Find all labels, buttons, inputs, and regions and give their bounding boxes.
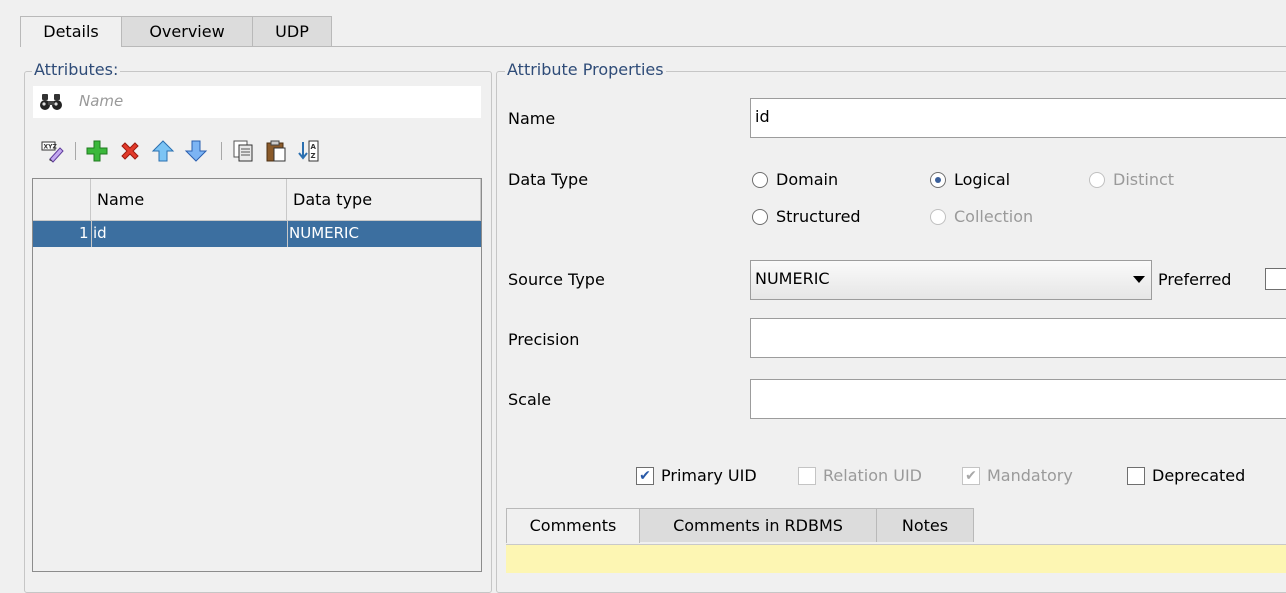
table-row[interactable]: 1 id NUMERIC [33,221,481,247]
svg-text:Z: Z [311,152,316,160]
chevron-down-icon [1133,276,1145,283]
move-up-icon[interactable] [149,137,177,165]
preferred-label: Preferred [1158,270,1232,289]
primary-uid-checkbox[interactable]: ✔ Primary UID [636,466,757,485]
tab-details[interactable]: Details [20,16,122,47]
tab-overview[interactable]: Overview [121,16,253,46]
row-number-header [33,179,91,221]
binoculars-icon [39,92,63,116]
scale-field[interactable] [750,379,1286,419]
copy-icon[interactable] [229,137,257,165]
column-header-data-type[interactable]: Data type [287,179,481,221]
tab-comments-in-rdbms[interactable]: Comments in RDBMS [639,508,877,542]
tab-udp[interactable]: UDP [252,16,332,46]
attributes-table: Name Data type 1 id NUMERIC [32,178,482,572]
radio-collection: Collection [930,207,1033,226]
precision-label: Precision [508,330,580,349]
mandatory-checkbox: ✔ Mandatory [962,466,1073,485]
comments-textarea[interactable] [506,544,1286,573]
add-icon[interactable] [83,137,111,165]
radio-distinct: Distinct [1089,170,1174,189]
source-type-select[interactable]: NUMERIC [750,260,1152,300]
name-label: Name [508,109,556,128]
radio-logical[interactable]: Logical [930,170,1010,189]
attribute-type-cell[interactable]: NUMERIC [289,224,359,242]
radio-domain[interactable]: Domain [752,170,838,189]
cell-divider [91,221,92,247]
relation-uid-checkbox: Relation UID [798,466,922,485]
preferred-checkbox[interactable] [1265,268,1286,290]
name-field[interactable]: id [750,98,1286,138]
radio-structured[interactable]: Structured [752,207,861,226]
svg-text:XYZ: XYZ [44,144,58,151]
tab-notes[interactable]: Notes [876,508,974,542]
edit-icon[interactable]: XYZ [38,137,66,165]
data-type-label: Data Type [508,170,589,189]
source-type-label: Source Type [508,270,605,289]
tab-strip-line [122,46,1286,47]
move-down-icon[interactable] [182,137,210,165]
toolbar-separator [221,142,222,160]
scale-label: Scale [508,390,552,409]
tab-comments[interactable]: Comments [506,508,640,543]
sort-icon[interactable]: AZ [295,137,323,165]
deprecated-checkbox[interactable]: Deprecated [1127,466,1245,485]
toolbar-separator [75,142,76,160]
column-header-name[interactable]: Name [91,179,287,221]
attribute-search-field[interactable]: Name [33,86,481,118]
svg-text:A: A [311,143,317,151]
check-icon: ✔ [636,466,654,485]
check-icon: ✔ [962,466,980,485]
attributes-legend: Attributes: [32,60,121,79]
attribute-name-cell[interactable]: id [93,224,107,242]
cell-divider [287,221,288,247]
search-placeholder: Name [79,92,124,110]
paste-icon[interactable] [262,137,290,165]
delete-icon[interactable] [116,137,144,165]
precision-field[interactable] [750,318,1286,358]
attribute-properties-legend: Attribute Properties [505,60,666,79]
row-number: 1 [79,224,89,242]
